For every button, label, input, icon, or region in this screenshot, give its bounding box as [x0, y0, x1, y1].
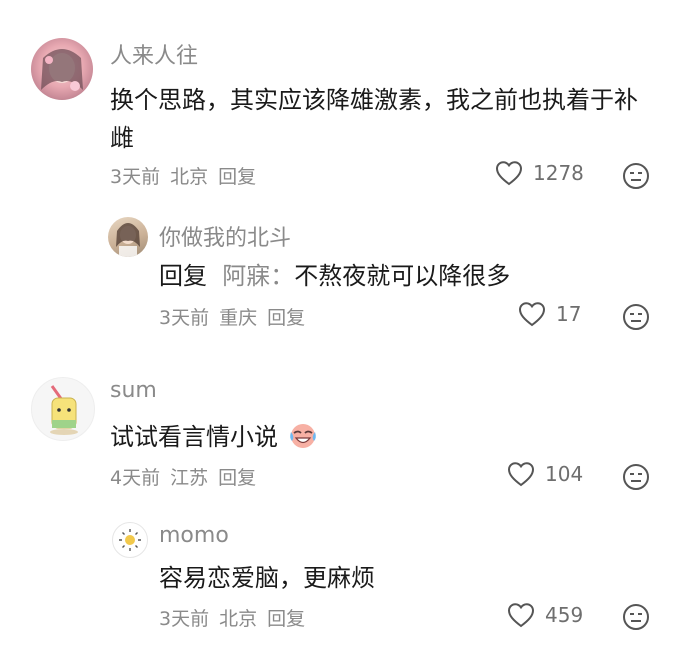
reply-button[interactable]: 回复 [267, 307, 305, 329]
comment-location: 重庆 [219, 307, 258, 329]
comment-text: 换个思路，其实应该降雄激素，我之前也执着于补雌 [110, 86, 638, 152]
like-button[interactable]: 17 [518, 301, 581, 327]
heart-outline-icon [495, 161, 523, 186]
avatar[interactable] [112, 522, 148, 558]
username[interactable]: sum [110, 378, 157, 403]
avatar[interactable] [31, 377, 95, 441]
comment-location: 北京 [219, 608, 258, 630]
username[interactable]: 你做我的北斗 [159, 220, 291, 252]
comment-time: 3天前 [159, 307, 210, 329]
comment-time: 3天前 [159, 608, 210, 630]
comment-location: 北京 [170, 166, 209, 188]
comment-meta: 3天前 重庆 回复 [159, 303, 315, 330]
meh-face-icon[interactable] [622, 303, 650, 331]
like-button[interactable]: 1278 [495, 160, 584, 186]
heart-outline-icon [507, 462, 535, 487]
reply-button[interactable]: 回复 [218, 467, 256, 489]
crying-laughing-face-icon [289, 424, 316, 448]
reply-text: 不熬夜就可以降很多 [294, 262, 511, 290]
meh-face-icon[interactable] [622, 162, 650, 190]
comment-time: 4天前 [110, 467, 161, 489]
meh-face-icon[interactable] [622, 603, 650, 631]
comment-body: 试试看言情小说 [110, 423, 278, 451]
meh-face-icon[interactable] [622, 463, 650, 491]
heart-outline-icon [507, 603, 535, 628]
comment-location: 江苏 [170, 467, 209, 489]
comment-meta: 3天前 北京 回复 [110, 162, 266, 189]
like-button[interactable]: 104 [507, 461, 583, 487]
like-button[interactable]: 459 [507, 602, 583, 628]
like-count: 17 [556, 302, 582, 326]
username[interactable]: 人来人往 [110, 38, 198, 70]
like-count: 1278 [533, 161, 584, 185]
like-count: 104 [545, 462, 584, 486]
comment-text: 容易恋爱脑，更麻烦 [159, 564, 375, 592]
avatar[interactable] [31, 38, 93, 100]
username[interactable]: momo [159, 523, 229, 548]
comment-meta: 4天前 江苏 回复 [110, 463, 266, 490]
comment-time: 3天前 [110, 166, 161, 188]
reply-button[interactable]: 回复 [267, 608, 305, 630]
comment-text: 回复 阿寐：不熬夜就可以降很多 [159, 257, 659, 295]
reply-button[interactable]: 回复 [218, 166, 256, 188]
comment-meta: 3天前 北京 回复 [159, 604, 315, 631]
comment-text: 试试看言情小说 [110, 418, 610, 456]
heart-outline-icon [518, 302, 546, 327]
reply-target-user[interactable]: 阿寐： [222, 262, 294, 290]
reply-prefix: 回复 [159, 262, 207, 290]
avatar[interactable] [108, 217, 148, 257]
like-count: 459 [545, 603, 584, 627]
